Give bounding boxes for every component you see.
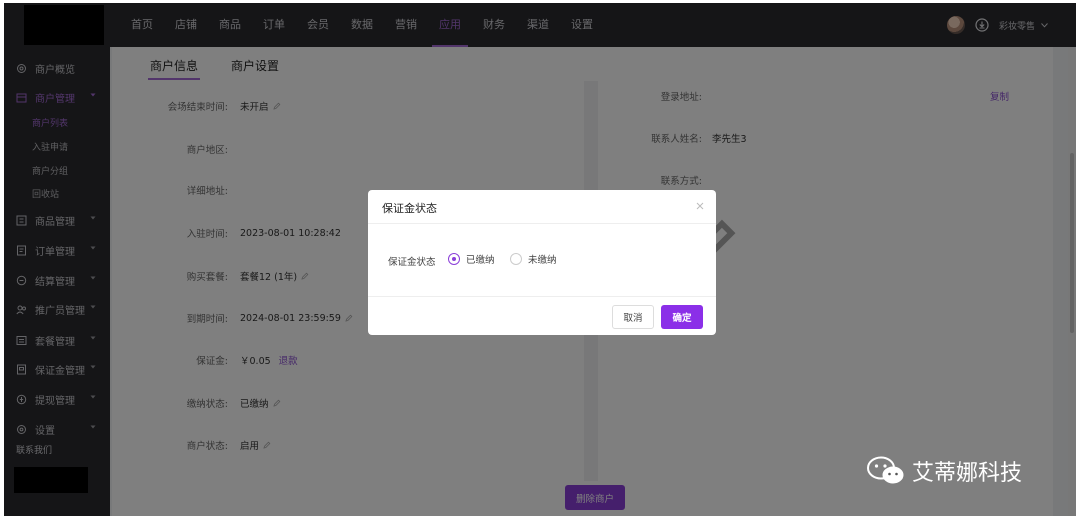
watermark-text: 艾蒂娜科技 xyxy=(912,461,1023,486)
radio-dot xyxy=(510,253,522,265)
radio-paid-label: 已缴纳 xyxy=(466,255,495,266)
confirm-button[interactable]: 确定 xyxy=(661,305,703,329)
radio-dot xyxy=(448,253,460,265)
modal-footer: 取消 确定 xyxy=(368,296,716,335)
modal-header: 保证金状态 xyxy=(368,190,716,224)
watermark: 艾蒂娜科技 xyxy=(866,455,1022,487)
deposit-status-label: 保证金状态 xyxy=(388,257,436,268)
deposit-status-modal: 保证金状态 保证金状态 已缴纳 未缴纳 取消 确定 xyxy=(368,190,716,335)
cancel-button[interactable]: 取消 xyxy=(612,305,654,329)
radio-unpaid[interactable]: 未缴纳 xyxy=(510,252,557,266)
modal-body: 保证金状态 已缴纳 未缴纳 xyxy=(368,224,716,296)
wechat-icon xyxy=(867,456,904,484)
radio-unpaid-label: 未缴纳 xyxy=(528,255,557,266)
close-icon[interactable] xyxy=(694,200,706,212)
radio-paid[interactable]: 已缴纳 xyxy=(448,252,495,266)
modal-title: 保证金状态 xyxy=(382,202,437,215)
app-frame: 首页店铺商品订单会员数据营销应用财务渠道设置 彩妆零售 联系我们 商户概览商户管… xyxy=(4,3,1076,516)
